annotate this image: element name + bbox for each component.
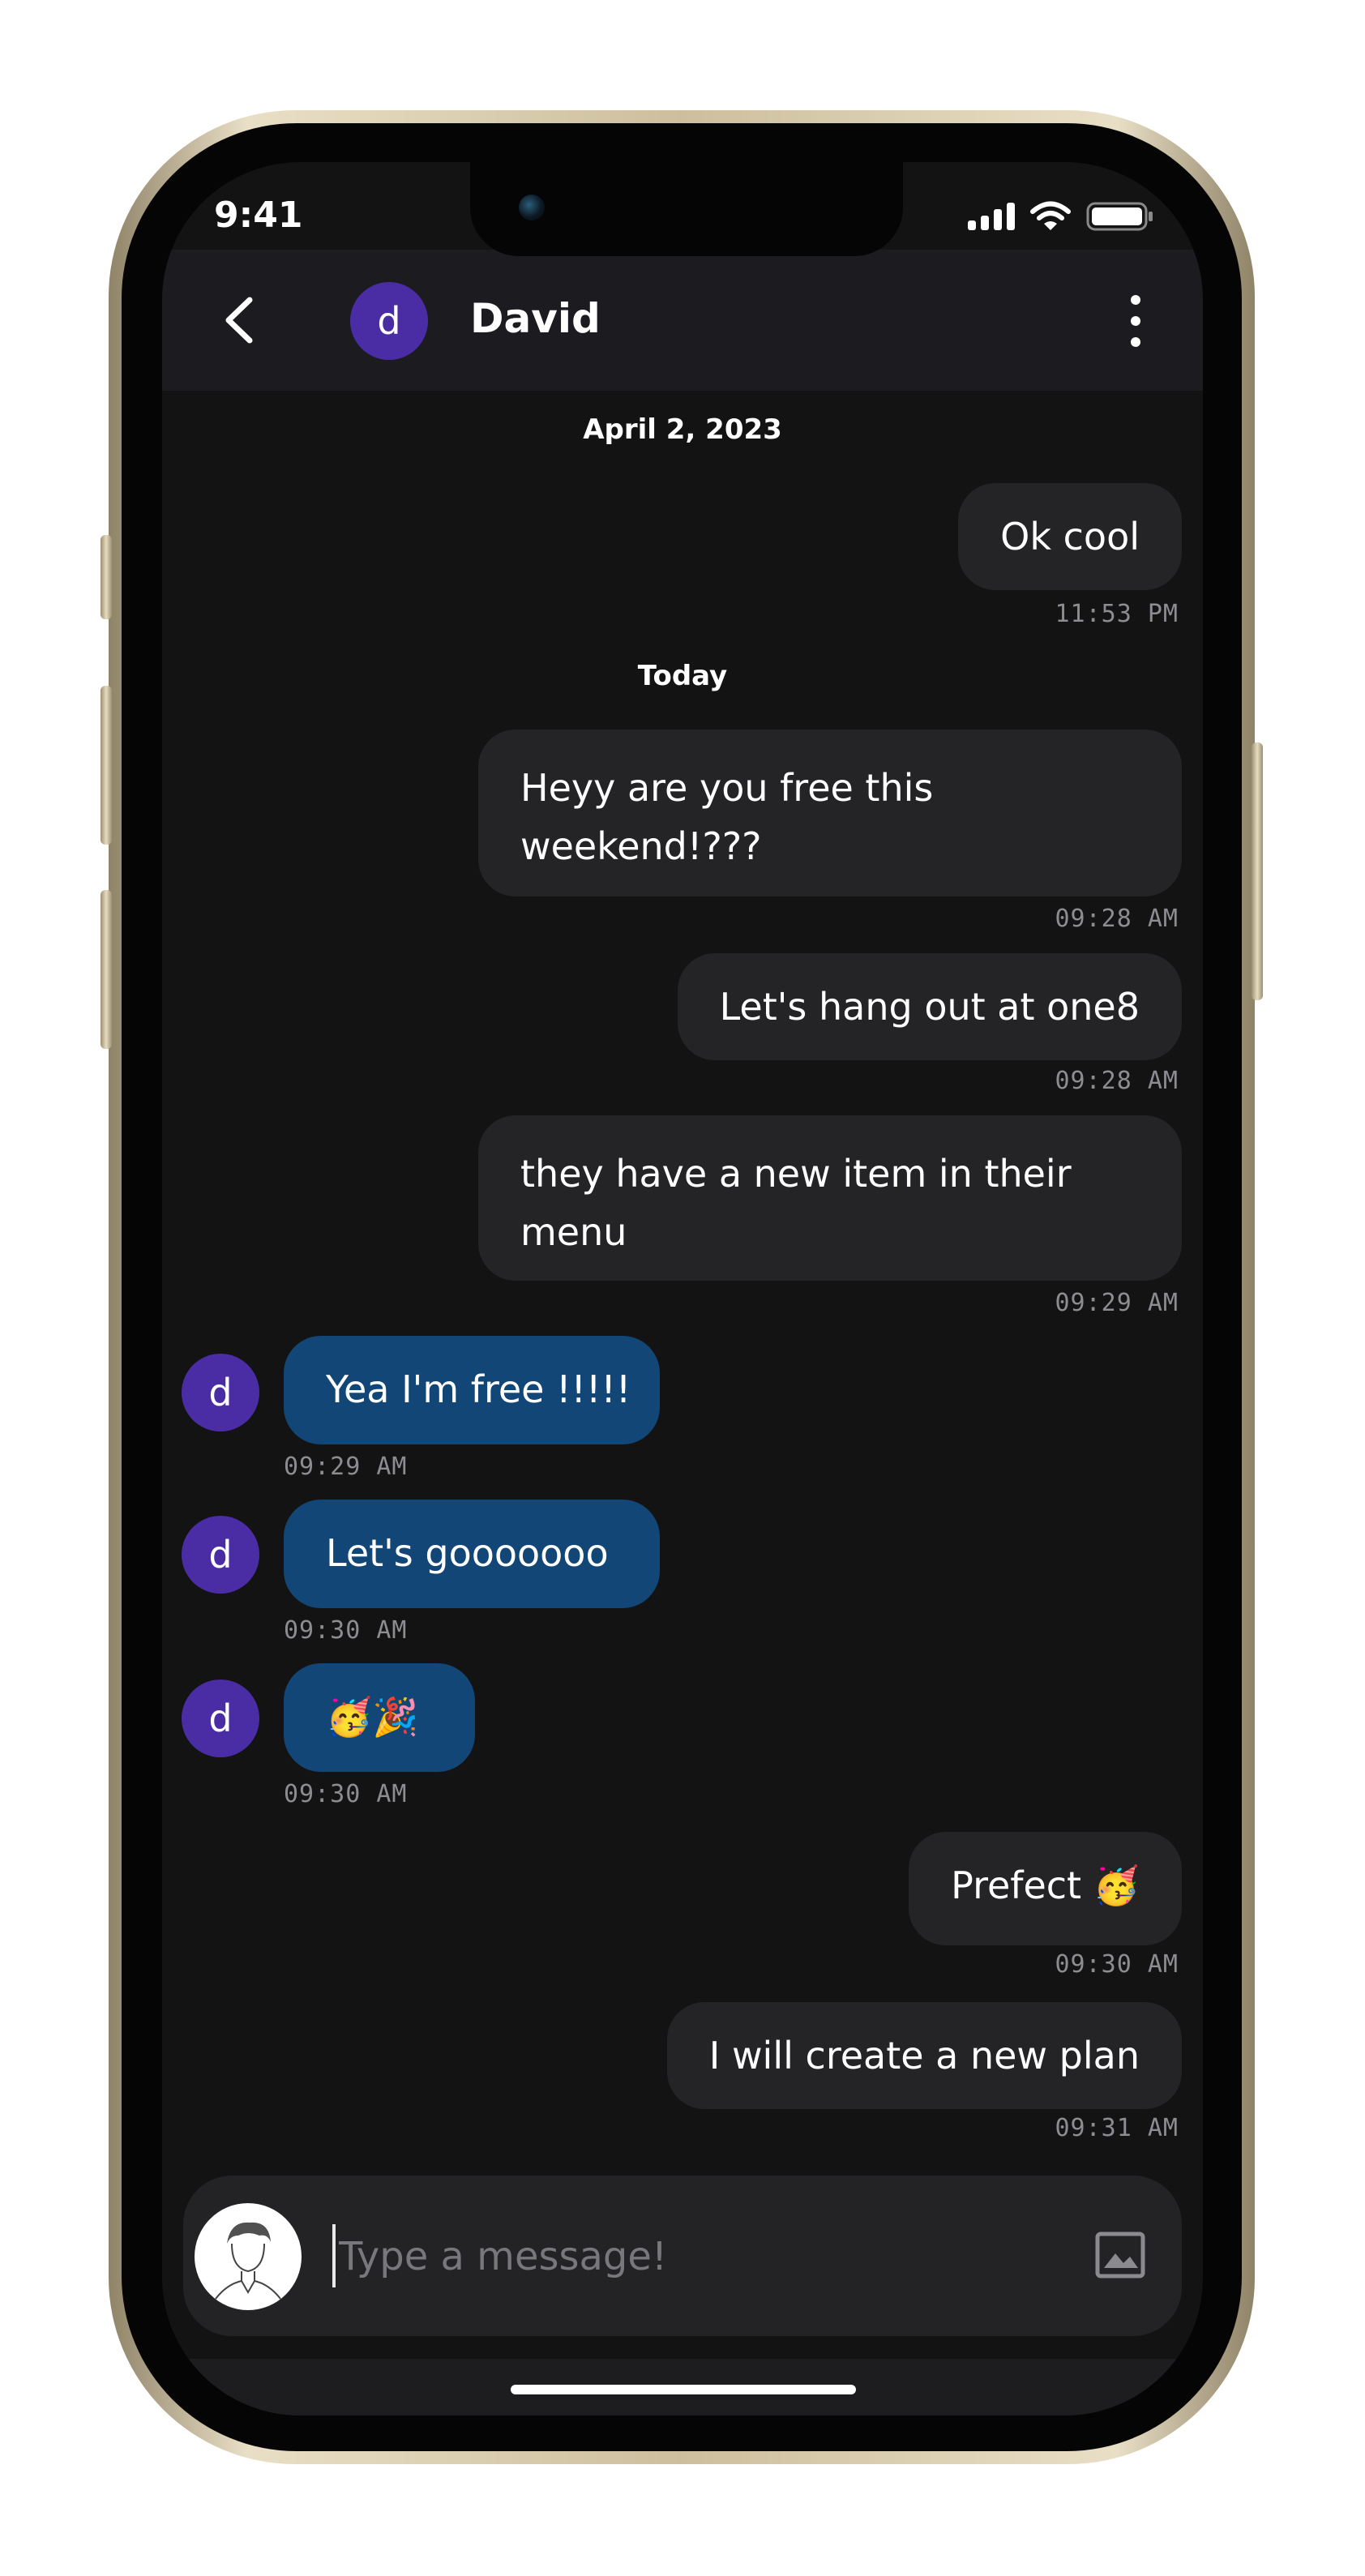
message-time: 09:28 AM	[1055, 905, 1179, 933]
outgoing-message[interactable]: I will create a new plan	[666, 2002, 1182, 2109]
status-time: 9:41	[214, 195, 303, 236]
user-portrait-icon	[215, 2222, 281, 2300]
message-time: 11:53 PM	[1055, 600, 1179, 628]
outgoing-message[interactable]: Let's hang out at one8	[677, 953, 1182, 1060]
wifi-icon	[1030, 201, 1071, 230]
user-avatar[interactable]	[195, 2203, 302, 2310]
message-time: 09:30 AM	[284, 1780, 408, 1808]
image-icon	[1095, 2232, 1145, 2279]
outgoing-message[interactable]: Heyy are you free this weekend!???	[478, 730, 1182, 896]
signal-icon	[968, 203, 1015, 230]
back-chevron-icon	[225, 297, 253, 344]
outgoing-message[interactable]: Prefect 🥳	[909, 1832, 1182, 1945]
battery-icon	[1086, 202, 1153, 231]
date-separator: Today	[637, 660, 728, 692]
sender-avatar[interactable]: d	[182, 1354, 259, 1431]
sender-avatar[interactable]: d	[182, 1680, 259, 1757]
more-options-button[interactable]	[1123, 295, 1148, 347]
outgoing-message[interactable]: Ok cool	[958, 483, 1182, 590]
message-input[interactable]	[339, 2223, 1068, 2291]
attach-image-button[interactable]	[1094, 2229, 1146, 2281]
home-indicator[interactable]	[511, 2385, 856, 2394]
message-time: 09:30 AM	[1055, 1950, 1179, 1979]
chat-header: d David	[162, 250, 1203, 391]
front-camera	[519, 195, 545, 220]
message-time: 09:29 AM	[1055, 1289, 1179, 1317]
volume-up-button	[101, 686, 112, 845]
message-time: 09:29 AM	[284, 1453, 408, 1481]
contact-avatar[interactable]: d	[350, 282, 428, 360]
back-button[interactable]	[217, 293, 263, 347]
contact-name[interactable]: David	[470, 295, 601, 342]
volume-down-button	[101, 890, 112, 1049]
more-vertical-icon	[1131, 295, 1140, 305]
status-icons	[968, 201, 1154, 232]
message-composer	[183, 2176, 1182, 2336]
date-separator: April 2, 2023	[583, 413, 782, 446]
message-time: 09:28 AM	[1055, 1067, 1179, 1095]
sender-avatar[interactable]: d	[182, 1516, 259, 1594]
message-time: 09:31 AM	[1055, 2114, 1179, 2142]
screen: d David 9:41 April 2, 2023 Ok cool 11:53…	[162, 162, 1203, 2416]
message-time: 09:30 AM	[284, 1616, 408, 1645]
outgoing-message[interactable]: they have a new item in their menu	[478, 1115, 1182, 1281]
incoming-message[interactable]: Let's gooooooo	[284, 1500, 660, 1608]
incoming-message[interactable]: 🥳🎉	[284, 1663, 475, 1772]
incoming-message[interactable]: Yea I'm free !!!!!	[284, 1336, 660, 1444]
mute-switch	[101, 535, 112, 619]
text-caret	[332, 2224, 336, 2287]
power-button	[1252, 742, 1263, 1000]
